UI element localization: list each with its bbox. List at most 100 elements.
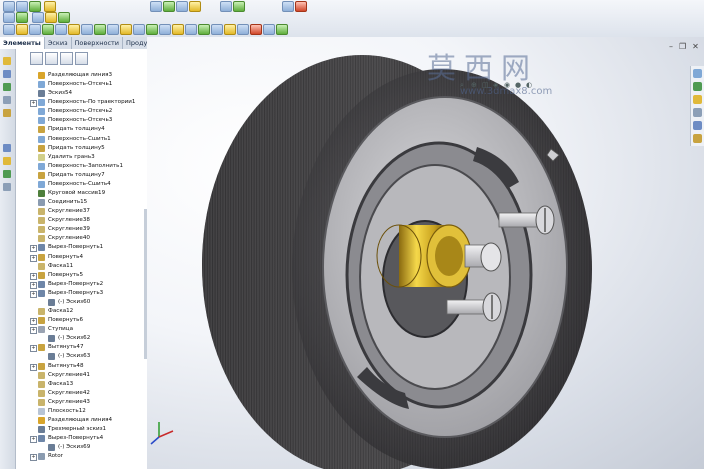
tree-item[interactable]: Фаска13 <box>30 380 147 389</box>
resources-icon[interactable] <box>693 69 702 78</box>
tree-item[interactable]: Поверхность-Отсечь1 <box>30 80 147 89</box>
tree-item[interactable]: Фаска11 <box>30 262 147 271</box>
expand-toggle-icon[interactable]: + <box>30 281 37 289</box>
expand-toggle-icon[interactable]: + <box>30 345 37 353</box>
select-icon[interactable] <box>45 12 57 23</box>
tree-item[interactable]: (-) Эскиз69 <box>30 443 147 452</box>
feature-split-icon[interactable] <box>211 24 223 35</box>
tree-item[interactable]: (-) Эскиз62 <box>30 334 147 343</box>
expand-toggle-icon[interactable]: + <box>30 272 37 280</box>
tree-item[interactable]: + Вырез-Повернуть4 <box>30 434 147 444</box>
tree-item[interactable]: Трехмерный эскиз1 <box>30 425 147 434</box>
tree-item[interactable]: + Вырез-Повернуть1 <box>30 243 147 253</box>
tree-item[interactable]: Скругление37 <box>30 207 147 216</box>
tree-item[interactable]: Придать толщину5 <box>30 144 147 153</box>
rebuild-icon[interactable] <box>29 1 41 12</box>
scene-icon[interactable]: ◐ <box>526 81 534 89</box>
options-icon[interactable] <box>44 1 56 12</box>
save-icon[interactable] <box>3 12 15 23</box>
feature-extrude-icon[interactable] <box>3 24 15 35</box>
feature-shell-icon[interactable] <box>107 24 119 35</box>
feature-rib-icon[interactable] <box>94 24 106 35</box>
tree-item[interactable]: Поверхность-Отсечь3 <box>30 116 147 125</box>
feature-draft-icon[interactable] <box>120 24 132 35</box>
extrude-tool-icon[interactable] <box>150 1 162 12</box>
tree-item[interactable]: Скругление39 <box>30 225 147 234</box>
feature-revolve-icon[interactable] <box>16 24 28 35</box>
revolve-tool-icon[interactable] <box>163 1 175 12</box>
tree-item[interactable]: Соединить15 <box>30 198 147 207</box>
tree-item[interactable]: + Вырез-Повернуть2 <box>30 280 147 289</box>
line-icon[interactable] <box>3 70 11 78</box>
tree-item[interactable]: Скругление40 <box>30 234 147 243</box>
tree-item[interactable]: (-) Эскиз60 <box>30 298 147 307</box>
tree-item[interactable]: + Вырез-Повернуть3 <box>30 289 147 298</box>
configuration-manager-tab-icon[interactable] <box>60 52 73 65</box>
tree-item[interactable]: Плоскость12 <box>30 407 147 416</box>
tree-item[interactable]: + Поверхность-По траектории1 <box>30 98 147 108</box>
tree-item[interactable]: Скругление41 <box>30 371 147 380</box>
tree-item[interactable]: + Ступица <box>30 325 147 335</box>
feature-tree-tab-icon[interactable] <box>30 52 43 65</box>
sketch-tool-icon[interactable] <box>282 1 294 12</box>
display-style-icon[interactable]: ◉ <box>504 81 512 89</box>
tree-item[interactable]: Фаска12 <box>30 307 147 316</box>
file-explorer-icon[interactable] <box>693 95 702 104</box>
view-palette-icon[interactable] <box>693 108 702 117</box>
new-icon[interactable] <box>3 1 15 12</box>
tree-item[interactable]: Скругление43 <box>30 398 147 407</box>
appearances-icon[interactable] <box>693 121 702 130</box>
tree-item[interactable]: + Вытянуть48 <box>30 362 147 371</box>
pencil-icon[interactable] <box>3 57 11 65</box>
graphics-viewport[interactable]: 莫西网 www.3dmax8.com ⌕ ⊕ ◫ ◈ ◉ ● ◐ – ❐ ✕ <box>147 37 704 469</box>
feature-move-icon[interactable] <box>224 24 236 35</box>
open-icon[interactable] <box>16 1 28 12</box>
undo-icon[interactable] <box>32 12 44 23</box>
design-library-icon[interactable] <box>693 82 702 91</box>
close-icon[interactable]: ✕ <box>692 42 699 51</box>
sweep-tool-icon[interactable] <box>176 1 188 12</box>
expand-toggle-icon[interactable]: + <box>30 290 37 298</box>
smart-dimension-icon[interactable] <box>295 1 307 12</box>
expand-toggle-icon[interactable]: + <box>30 363 37 371</box>
tree-item[interactable]: (-) Эскиз63 <box>30 352 147 361</box>
trim-icon[interactable] <box>3 157 11 165</box>
loft-tool-icon[interactable] <box>189 1 201 12</box>
expand-toggle-icon[interactable]: + <box>30 100 37 108</box>
tab-surfaces[interactable]: Поверхности <box>72 37 124 49</box>
appearance-icon[interactable]: ● <box>515 81 523 89</box>
expand-toggle-icon[interactable]: + <box>30 245 37 253</box>
tree-item[interactable]: Скругление38 <box>30 216 147 225</box>
offset-icon[interactable] <box>3 170 11 178</box>
mirror-entities-icon[interactable] <box>3 183 11 191</box>
feature-combine-icon[interactable] <box>237 24 249 35</box>
tree-item[interactable]: Круговой массив19 <box>30 189 147 198</box>
tree-item[interactable]: Разделяющая линия4 <box>30 416 147 425</box>
zoom-to-fit-icon[interactable]: ⌕ <box>460 81 468 89</box>
feature-hole-icon[interactable] <box>133 24 145 35</box>
expand-toggle-icon[interactable]: + <box>30 454 37 462</box>
property-manager-tab-icon[interactable] <box>45 52 58 65</box>
expand-toggle-icon[interactable]: + <box>30 327 37 335</box>
feature-axis-icon[interactable] <box>276 24 288 35</box>
tab-sketch[interactable]: Эскиз <box>45 37 72 49</box>
dim-xpert-tab-icon[interactable] <box>75 52 88 65</box>
feature-mirror-icon[interactable] <box>159 24 171 35</box>
restore-icon[interactable]: ❐ <box>679 42 686 51</box>
tree-item[interactable]: Скругление42 <box>30 389 147 398</box>
section-view-icon[interactable]: ◫ <box>482 81 490 89</box>
expand-toggle-icon[interactable]: + <box>30 436 37 444</box>
feature-wrap-icon[interactable] <box>185 24 197 35</box>
fillet-tool-icon[interactable] <box>220 1 232 12</box>
view-orientation-icon[interactable]: ◈ <box>493 81 501 89</box>
tree-item[interactable]: + Повернуть4 <box>30 253 147 262</box>
spline-icon[interactable] <box>3 144 11 152</box>
tree-item[interactable]: Эскиз54 <box>30 89 147 98</box>
tree-item[interactable]: + Повернуть6 <box>30 316 147 326</box>
minimize-icon[interactable]: – <box>669 42 673 51</box>
tab-features[interactable]: Элементы <box>0 37 45 49</box>
feature-dome-icon[interactable] <box>172 24 184 35</box>
tree-item[interactable]: Поверхность-Отсечь2 <box>30 107 147 116</box>
feature-fillet-icon[interactable] <box>68 24 80 35</box>
zoom-area-icon[interactable]: ⊕ <box>471 81 479 89</box>
